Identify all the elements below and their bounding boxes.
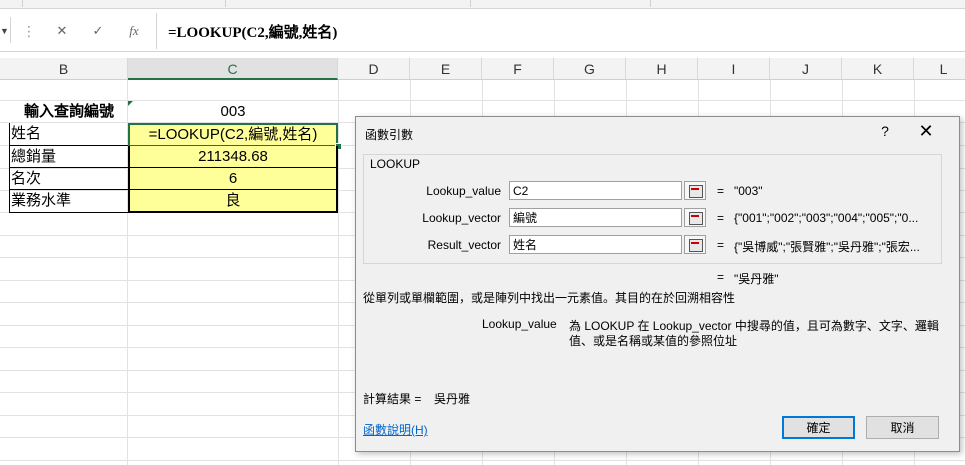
- dialog-title: 函數引數: [365, 128, 414, 142]
- ribbon-separator: [650, 0, 651, 7]
- ribbon-strip: [0, 0, 965, 9]
- argument-help-name: Lookup_value: [482, 317, 557, 331]
- ok-button[interactable]: 確定: [782, 416, 855, 439]
- result-vector-input[interactable]: 姓名: [509, 235, 682, 254]
- lookup-value-result: "003": [734, 184, 763, 198]
- query-label-cell[interactable]: 輸入查詢編號: [10, 101, 127, 122]
- insert-function-button[interactable]: fx: [123, 20, 145, 42]
- label-border: [9, 212, 128, 213]
- column-header-l[interactable]: L: [914, 58, 965, 80]
- ribbon-separator: [225, 0, 226, 7]
- result-vector-label: Result_vector: [427, 238, 501, 252]
- close-icon[interactable]: ✕: [915, 121, 937, 142]
- lookup-vector-result: {"001";"002";"003";"004";"005";"0...: [734, 211, 919, 225]
- lookup-vector-input[interactable]: 編號: [509, 208, 682, 227]
- argument-help-text-continued: 值、或是名稱或某值的參照位址: [569, 334, 738, 348]
- column-header-i[interactable]: I: [698, 58, 770, 80]
- calc-result-value: 吳丹雅: [434, 392, 471, 406]
- function-help-link[interactable]: 函數說明(H): [363, 421, 428, 438]
- function-result-preview: "吳丹雅": [734, 272, 779, 286]
- level-cell[interactable]: 良: [128, 190, 338, 213]
- equals-sign: =: [717, 211, 725, 225]
- enter-formula-button[interactable]: ✓: [87, 20, 109, 42]
- total-sales-label-cell[interactable]: 總銷量: [10, 146, 127, 168]
- column-header-b[interactable]: B: [0, 58, 128, 80]
- column-header-k[interactable]: K: [842, 58, 914, 80]
- gridline: [338, 80, 339, 465]
- equals-sign: =: [717, 184, 725, 198]
- column-header-f[interactable]: F: [482, 58, 554, 80]
- error-indicator-icon: [128, 101, 133, 106]
- cancel-formula-button[interactable]: ✕: [51, 20, 73, 42]
- name-formula-cell[interactable]: =LOOKUP(C2,編號,姓名): [128, 123, 338, 146]
- function-name: LOOKUP: [369, 157, 422, 171]
- collapse-dialog-icon[interactable]: [684, 181, 706, 200]
- calc-result-label: 計算結果 =: [363, 392, 422, 406]
- name-label-cell[interactable]: 姓名: [10, 123, 127, 145]
- cancel-button[interactable]: 取消: [866, 416, 939, 439]
- formula-bar: ▼ ⋮ ✕ ✓ fx =LOOKUP(C2,編號,姓名): [0, 9, 965, 52]
- column-header-j[interactable]: J: [770, 58, 842, 80]
- formula-bar-divider: [156, 13, 157, 49]
- total-sales-cell[interactable]: 211348.68: [128, 146, 338, 168]
- column-header-d[interactable]: D: [338, 58, 410, 80]
- function-arguments-dialog: 函數引數 ? ✕ LOOKUP Lookup_value C2 = "003" …: [355, 116, 960, 452]
- collapse-dialog-icon[interactable]: [684, 235, 706, 254]
- collapse-dialog-icon[interactable]: [684, 208, 706, 227]
- gridline: [0, 460, 965, 461]
- rank-label-cell[interactable]: 名次: [10, 168, 127, 190]
- rank-cell[interactable]: 6: [128, 168, 338, 190]
- column-header-g[interactable]: G: [554, 58, 626, 80]
- column-header-e[interactable]: E: [410, 58, 482, 80]
- function-description: 從單列或單欄範圍，或是陣列中找出一元素值。其目的在於回溯相容性: [363, 291, 736, 305]
- lookup-value-label: Lookup_value: [426, 184, 501, 198]
- query-value-cell[interactable]: 003: [128, 101, 338, 122]
- column-header-h[interactable]: H: [626, 58, 698, 80]
- lookup-value-input[interactable]: C2: [509, 181, 682, 200]
- label-border: [9, 123, 10, 213]
- help-button[interactable]: ?: [875, 123, 895, 139]
- result-vector-result: {"吳博威";"張賢雅";"吳丹雅";"張宏...: [734, 240, 920, 254]
- label-border: [9, 167, 128, 168]
- formula-bar-grip-icon: ⋮: [22, 23, 36, 39]
- name-box-dropdown-icon[interactable]: ▼: [0, 26, 9, 36]
- label-border: [9, 189, 128, 190]
- column-header-c[interactable]: C: [128, 58, 338, 80]
- level-label-cell[interactable]: 業務水準: [10, 190, 127, 212]
- ribbon-separator: [470, 0, 471, 7]
- equals-sign: =: [717, 238, 725, 252]
- ribbon-separator: [22, 0, 23, 7]
- query-value: 003: [220, 103, 246, 120]
- equals-sign: =: [717, 270, 725, 284]
- lookup-vector-label: Lookup_vector: [422, 211, 501, 225]
- formula-input[interactable]: =LOOKUP(C2,編號,姓名): [168, 21, 337, 42]
- label-border: [9, 145, 128, 146]
